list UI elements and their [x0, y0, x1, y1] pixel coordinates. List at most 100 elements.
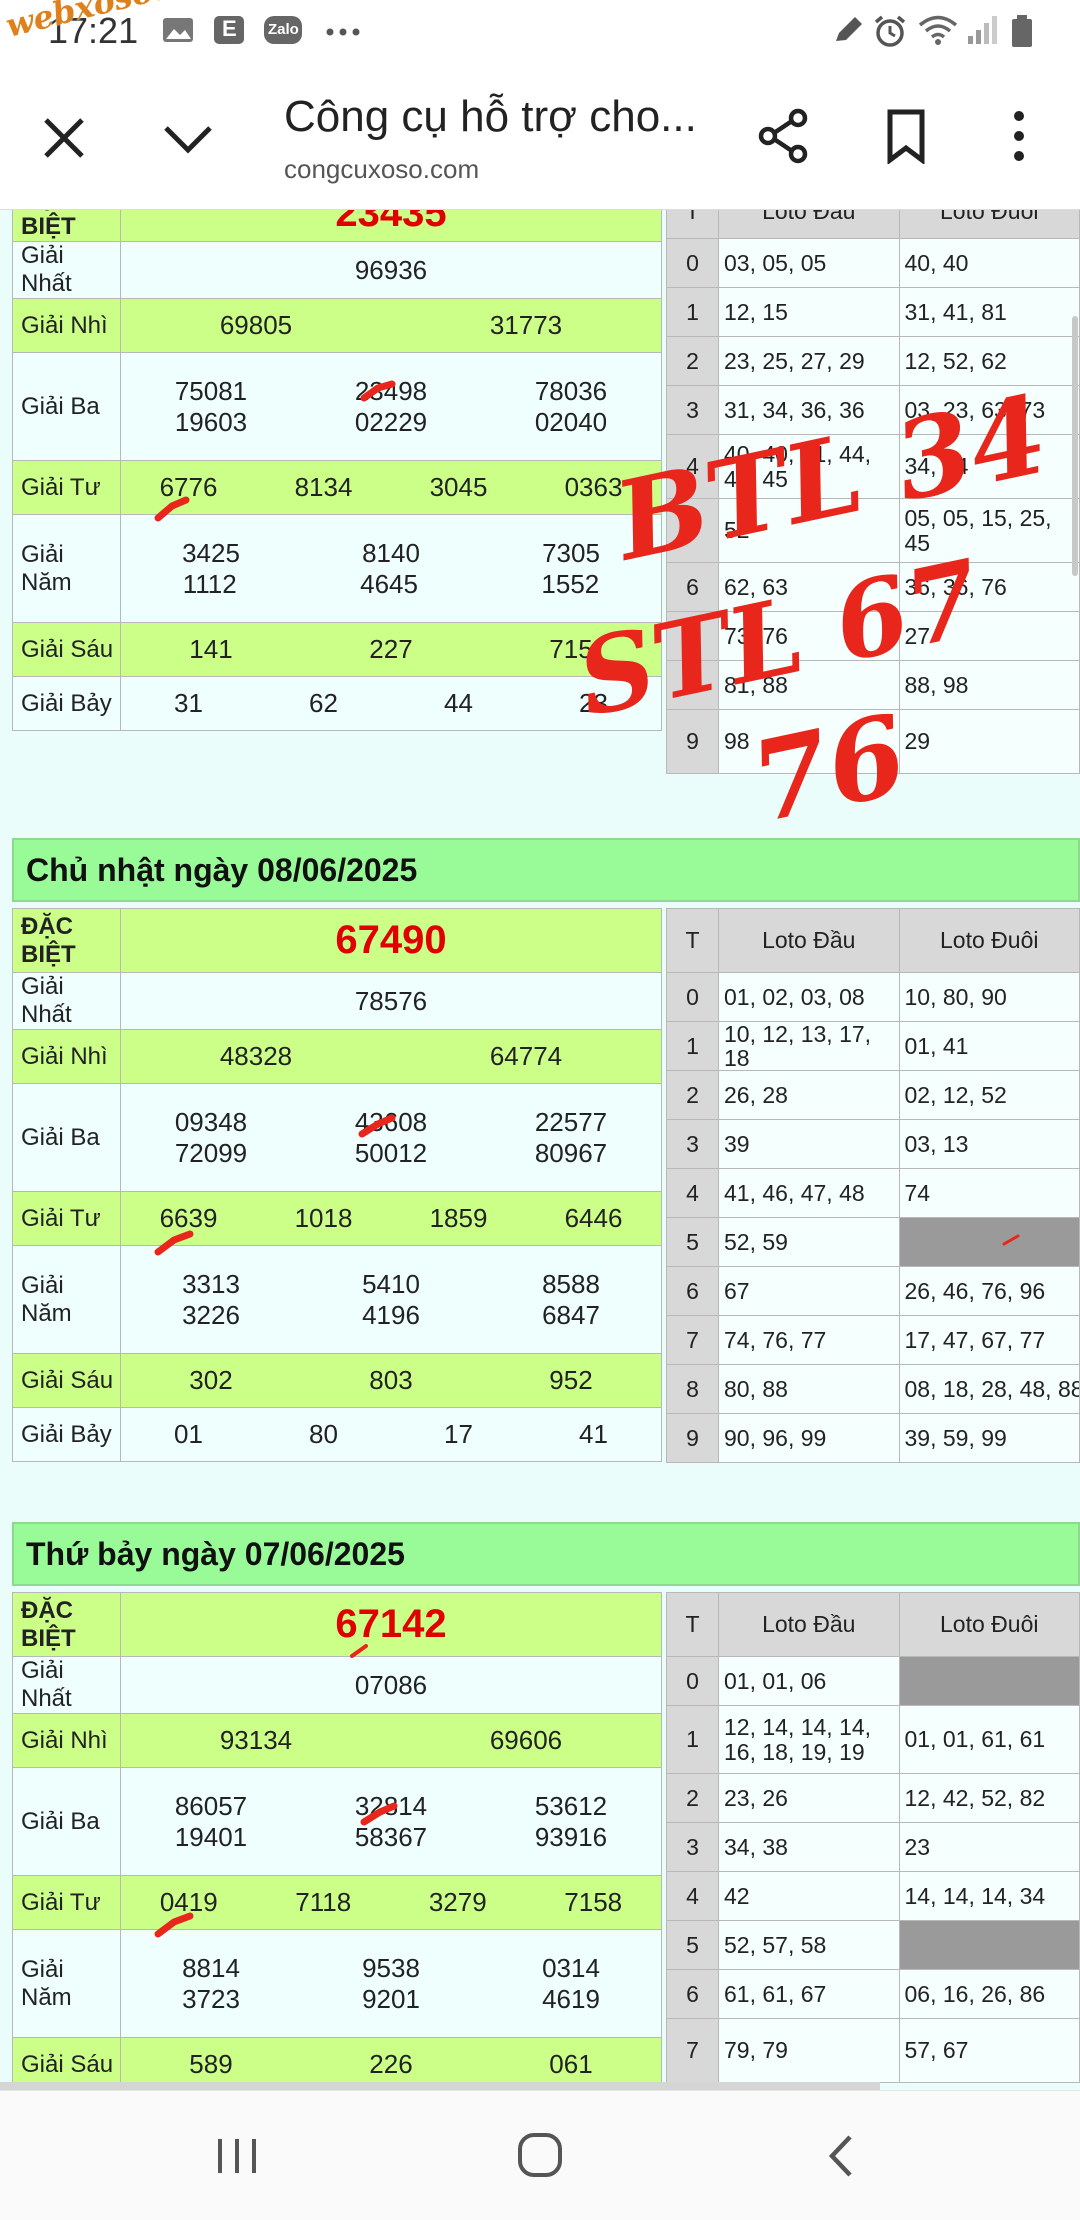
special-number: 67142	[120, 1592, 662, 1657]
prize-number: 75081	[174, 375, 248, 406]
prize-number: 6776	[159, 472, 218, 502]
fourth-label: Giải Tư	[12, 1191, 121, 1246]
close-icon[interactable]	[36, 110, 92, 171]
horizontal-scrollbar[interactable]	[0, 2082, 880, 2090]
results-content[interactable]: ĐẶC BIỆT 23435 Giải Nhất 96936 Giải Nhì …	[0, 210, 1080, 2090]
loto-duoi-empty	[898, 1217, 1080, 1268]
back-icon[interactable]	[820, 2131, 864, 2186]
loto-head: 7	[666, 1315, 719, 1366]
more-vert-icon[interactable]	[1004, 108, 1034, 169]
loto-head: 0	[666, 972, 719, 1022]
loto-dau: 98	[718, 709, 900, 774]
loto-head: 6	[666, 1969, 719, 2019]
page-title[interactable]: Công cụ hỗ trợ cho...	[284, 92, 697, 142]
loto-dau: 26, 28	[718, 1070, 900, 1121]
prize-number: 589	[189, 2049, 233, 2079]
loto-table: T Loto Đầu Loto Đuôi 0 01, 01, 06 1 12, 14…	[666, 1592, 1080, 2083]
loto-duoi: 02, 12, 52	[898, 1070, 1080, 1121]
prize-number: 3279	[428, 1887, 487, 1917]
sixth-label: Giải Sáu	[12, 622, 121, 677]
loto-duoi: 05, 05, 15, 25, 45	[898, 498, 1080, 563]
loto-table: T Loto Đầu Loto Đuôi 0 03, 05, 05 40, 40 1…	[666, 210, 1080, 774]
loto-dau: 73, 76	[718, 611, 900, 661]
recents-icon[interactable]	[212, 2133, 262, 2184]
third-label: Giải Ba	[12, 1767, 121, 1876]
fifth-label: Giải Năm	[12, 1245, 121, 1354]
loto-dau: 12, 14, 14, 14, 16, 18, 19, 19	[718, 1705, 900, 1774]
loto-duoi-empty	[898, 1920, 1080, 1970]
loto-col-duoi: Loto Đuôi	[898, 908, 1080, 973]
status-bar: 17:21 E Zalo webxoso.net	[0, 0, 1080, 62]
special-number: 67490	[120, 908, 662, 973]
prize-number: 43608	[354, 1106, 428, 1137]
scrollbar[interactable]	[1072, 316, 1078, 576]
loto-duoi: 27	[898, 611, 1080, 661]
loto-col-duoi: Loto Đuôi	[898, 1592, 1080, 1657]
loto-head: 5	[666, 498, 719, 563]
special-label: ĐẶC BIỆT	[12, 1592, 121, 1657]
loto-duoi-empty	[898, 1656, 1080, 1706]
seventh-label: Giải Bảy	[12, 676, 121, 731]
loto-head: 4	[666, 1168, 719, 1219]
loto-duoi: 26, 46, 76, 96	[898, 1266, 1080, 1317]
loto-dau: 74, 76, 77	[718, 1315, 900, 1366]
loto-dau: 41, 46, 47, 48	[718, 1168, 900, 1219]
fifth-label: Giải Năm	[12, 514, 121, 623]
first-label: Giải Nhất	[12, 241, 121, 299]
loto-duoi: 31, 41, 81	[898, 287, 1080, 337]
home-icon[interactable]	[514, 2129, 566, 2186]
row-fifth: Giải Năm 3425 8140 7305 1112 4645 1552	[12, 514, 662, 623]
prize-number: 3226	[182, 1299, 240, 1330]
system-nav-bar	[0, 2090, 1080, 2220]
loto-duoi: 29	[898, 709, 1080, 774]
prize-number: 31773	[489, 310, 563, 340]
loto-col-dau: Loto Đầu	[718, 210, 900, 239]
fourth-label: Giải Tư	[12, 1875, 121, 1930]
loto-dau: 39	[718, 1119, 900, 1170]
prize-number: 5410	[362, 1268, 420, 1299]
loto-dau: 67	[718, 1266, 900, 1317]
loto-head: 9	[666, 1413, 719, 1464]
row-fourth: Giải Tư 6776 8134 3045 0363	[12, 460, 662, 515]
loto-dau: 01, 02, 03, 08	[718, 972, 900, 1022]
row-sixth: Giải Sáu 141 227 715	[12, 622, 662, 677]
second-label: Giải Nhì	[12, 1029, 121, 1084]
loto-head: 5	[666, 1217, 719, 1268]
more-dots-icon	[324, 14, 364, 46]
loto-dau: 03, 05, 05	[718, 238, 900, 288]
prize-number: 19603	[174, 406, 248, 437]
prize-number: 7158	[564, 1887, 623, 1917]
result-block-2: Chủ nhật ngày 08/06/2025 ĐẶC BIỆT 67490 …	[0, 838, 1080, 1498]
loto-dau: 79, 79	[718, 2018, 900, 2083]
prize-number: 80	[309, 1419, 338, 1449]
chevron-down-icon[interactable]	[160, 114, 216, 167]
bookmark-icon[interactable]	[884, 108, 928, 169]
loto-duoi: 23	[898, 1822, 1080, 1872]
loto-dau: 23, 25, 27, 29	[718, 336, 900, 386]
page-url[interactable]: congcuxoso.com	[284, 154, 479, 185]
loto-dau: 81, 88	[718, 660, 900, 710]
loto-dau: 12, 15	[718, 287, 900, 337]
loto-head: 1	[666, 1705, 719, 1774]
prize-number: 1018	[294, 1203, 353, 1233]
row-second: Giải Nhì 69805 31773	[12, 298, 662, 353]
third-label: Giải Ba	[12, 352, 121, 461]
share-icon[interactable]	[756, 106, 812, 171]
loto-col-duoi: Loto Đuôi	[898, 210, 1080, 239]
loto-dau: 42	[718, 1871, 900, 1921]
battery-icon	[1010, 14, 1034, 47]
loto-head: 8	[666, 660, 719, 710]
loto-table: T Loto Đầu Loto Đuôi 0 01, 02, 03, 08 10, …	[666, 908, 1080, 1464]
prize-number: 32814	[354, 1790, 428, 1821]
prize-number: 50012	[354, 1137, 428, 1168]
zalo-label: Zalo	[268, 21, 299, 38]
third-label: Giải Ba	[12, 1083, 121, 1192]
signal-icon	[966, 14, 1000, 46]
prize-number: 6446	[564, 1203, 623, 1233]
prize-number: 80967	[534, 1137, 608, 1168]
prize-number: 302	[189, 1365, 233, 1395]
loto-dau: 01, 01, 06	[718, 1656, 900, 1706]
result-block-1: ĐẶC BIỆT 23435 Giải Nhất 96936 Giải Nhì …	[0, 210, 1080, 910]
prize-number: 4645	[360, 568, 418, 599]
loto-dau: 80, 88	[718, 1364, 900, 1415]
